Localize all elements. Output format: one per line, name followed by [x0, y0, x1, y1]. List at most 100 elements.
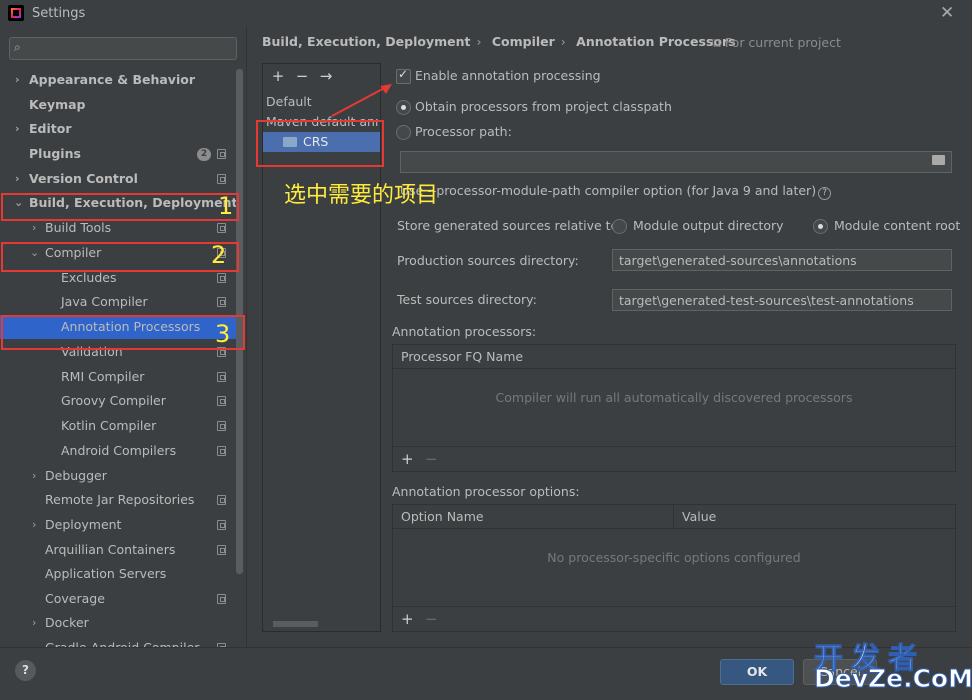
sidebar-item-arquillian-containers[interactable]: Arquillian Containers — [0, 538, 236, 562]
sidebar-item-appearance[interactable]: › Appearance & Behavior — [0, 68, 236, 92]
empty-table-message: No processor-specific options configured — [547, 550, 801, 565]
remove-option-button[interactable]: − — [425, 607, 438, 631]
chevron-right-icon: › — [32, 518, 37, 531]
title-bar: Settings ✕ — [0, 0, 972, 27]
breadcrumb-item: Compiler — [491, 34, 555, 49]
profiles-scrollbar[interactable] — [273, 621, 318, 627]
production-dir-label: Production sources directory: — [397, 253, 579, 268]
highlight-box-crs — [256, 120, 384, 167]
module-path-option[interactable]: Use --processor-module-path compiler opt… — [400, 183, 832, 200]
chevron-right-icon: › — [15, 122, 20, 135]
breadcrumb-separator: › — [560, 34, 566, 49]
processor-options-title: Annotation processor options: — [392, 484, 580, 499]
test-dir-input[interactable]: target\generated-test-sources\test-annot… — [612, 289, 952, 311]
sidebar-item-remote-jar-repositories[interactable]: Remote Jar Repositories — [0, 488, 236, 512]
processor-options-table: Option Name Value No processor-specific … — [392, 504, 956, 632]
store-generated-label: Store generated sources relative to: — [397, 218, 623, 233]
ok-button[interactable]: OK — [720, 659, 794, 685]
table-header: Processor FQ Name — [393, 345, 955, 369]
breadcrumb-item: Build, Execution, Deployment — [262, 34, 471, 49]
breadcrumb: Build, Execution, Deployment › Compiler › … — [262, 34, 742, 52]
sidebar-item-java-compiler[interactable]: Java Compiler — [0, 290, 236, 314]
sidebar-item-android-compilers[interactable]: Android Compilers — [0, 439, 236, 463]
annotation-processors-title: Annotation processors: — [392, 324, 537, 339]
sidebar-item-debugger[interactable]: › Debugger — [0, 464, 236, 488]
watermark-logo: DevZe.CoM — [814, 664, 972, 694]
obtain-classpath-label: Obtain processors from project classpath — [415, 99, 672, 114]
module-content-root-radio[interactable] — [813, 219, 828, 234]
chevron-right-icon: › — [32, 469, 37, 482]
profile-default[interactable]: Default — [266, 94, 312, 109]
table-toolbar: + − — [393, 606, 955, 631]
chevron-right-icon: › — [15, 172, 20, 185]
remove-profile-button[interactable]: − — [290, 67, 314, 85]
sidebar-item-groovy-compiler[interactable]: Groovy Compiler — [0, 389, 236, 413]
add-option-button[interactable]: + — [401, 607, 414, 631]
module-content-root-label: Module content root — [834, 218, 961, 233]
project-scope-icon — [217, 372, 226, 382]
chevron-right-icon: › — [15, 73, 20, 86]
step-number-3: 3 — [215, 320, 231, 348]
project-scope-icon — [217, 421, 226, 431]
project-scope-icon — [217, 273, 226, 283]
scope-hint: ⧉ For current project — [712, 35, 841, 50]
sidebar-item-plugins[interactable]: Plugins 2 — [0, 142, 236, 166]
search-icon: ⌕ — [14, 40, 21, 54]
processor-path-radio[interactable] — [396, 125, 411, 140]
empty-table-message: Compiler will run all automatically disc… — [495, 390, 853, 405]
window-title: Settings — [32, 6, 86, 21]
highlight-box-3 — [1, 315, 245, 350]
sidebar-item-gradle-android-compiler[interactable]: Gradle-Android Compiler — [0, 636, 236, 647]
browse-folder-icon[interactable] — [932, 155, 945, 165]
table-header: Option Name Value — [393, 505, 955, 529]
help-button[interactable]: ? — [15, 660, 36, 681]
production-dir-input[interactable]: target\generated-sources\annotations — [612, 249, 952, 271]
column-header-processor-fq-name[interactable]: Processor FQ Name — [401, 345, 523, 368]
highlight-box-2 — [1, 242, 239, 272]
project-scope-icon — [217, 545, 226, 555]
sidebar-item-keymap[interactable]: Keymap — [0, 93, 236, 117]
sidebar-item-version-control[interactable]: › Version Control — [0, 167, 236, 191]
highlight-box-1 — [1, 193, 239, 221]
test-dir-label: Test sources directory: — [397, 292, 537, 307]
step-number-2: 2 — [211, 241, 227, 269]
project-scope-icon — [217, 297, 226, 307]
table-toolbar: + − — [393, 446, 955, 471]
sidebar-item-kotlin-compiler[interactable]: Kotlin Compiler — [0, 414, 236, 438]
help-icon[interactable]: ? — [818, 187, 832, 200]
module-output-radio[interactable] — [612, 219, 627, 234]
project-scope-icon — [217, 520, 226, 530]
annotation-note: 选中需要的项目 — [284, 183, 439, 208]
column-divider[interactable] — [673, 505, 674, 528]
updates-count-badge: 2 — [197, 148, 211, 161]
processors-table: Processor FQ Name Compiler will run all … — [392, 344, 956, 472]
sidebar-item-deployment[interactable]: › Deployment — [0, 513, 236, 537]
sidebar-item-application-servers[interactable]: Application Servers — [0, 562, 236, 586]
sidebar-item-docker[interactable]: › Docker — [0, 611, 236, 635]
add-processor-button[interactable]: + — [401, 447, 414, 471]
project-scope-icon — [217, 149, 226, 159]
project-scope-icon — [217, 396, 226, 406]
project-scope-icon — [217, 446, 226, 456]
sidebar-item-rmi-compiler[interactable]: RMI Compiler — [0, 365, 236, 389]
panel-divider[interactable] — [246, 27, 247, 647]
project-scope-icon — [217, 174, 226, 184]
project-scope-icon — [217, 594, 226, 604]
processor-path-field[interactable] — [400, 151, 952, 173]
project-scope-icon — [217, 223, 226, 233]
project-scope-icon: ⧉ — [712, 35, 721, 50]
project-scope-icon — [217, 495, 226, 505]
add-profile-button[interactable]: + — [266, 67, 290, 85]
chevron-right-icon: › — [32, 616, 37, 629]
column-header-option-name[interactable]: Option Name — [401, 505, 484, 528]
module-output-label: Module output directory — [633, 218, 784, 233]
breadcrumb-separator: › — [476, 34, 482, 49]
column-header-value[interactable]: Value — [682, 505, 716, 528]
settings-search-input[interactable]: ⌕ — [9, 37, 237, 60]
remove-processor-button[interactable]: − — [425, 447, 438, 471]
sidebar-item-editor[interactable]: › Editor — [0, 117, 236, 141]
enable-processing-label: Enable annotation processing — [415, 68, 601, 83]
close-icon[interactable]: ✕ — [940, 3, 954, 23]
sidebar-item-coverage[interactable]: Coverage — [0, 587, 236, 611]
profiles-toolbar: + − → — [266, 67, 338, 89]
